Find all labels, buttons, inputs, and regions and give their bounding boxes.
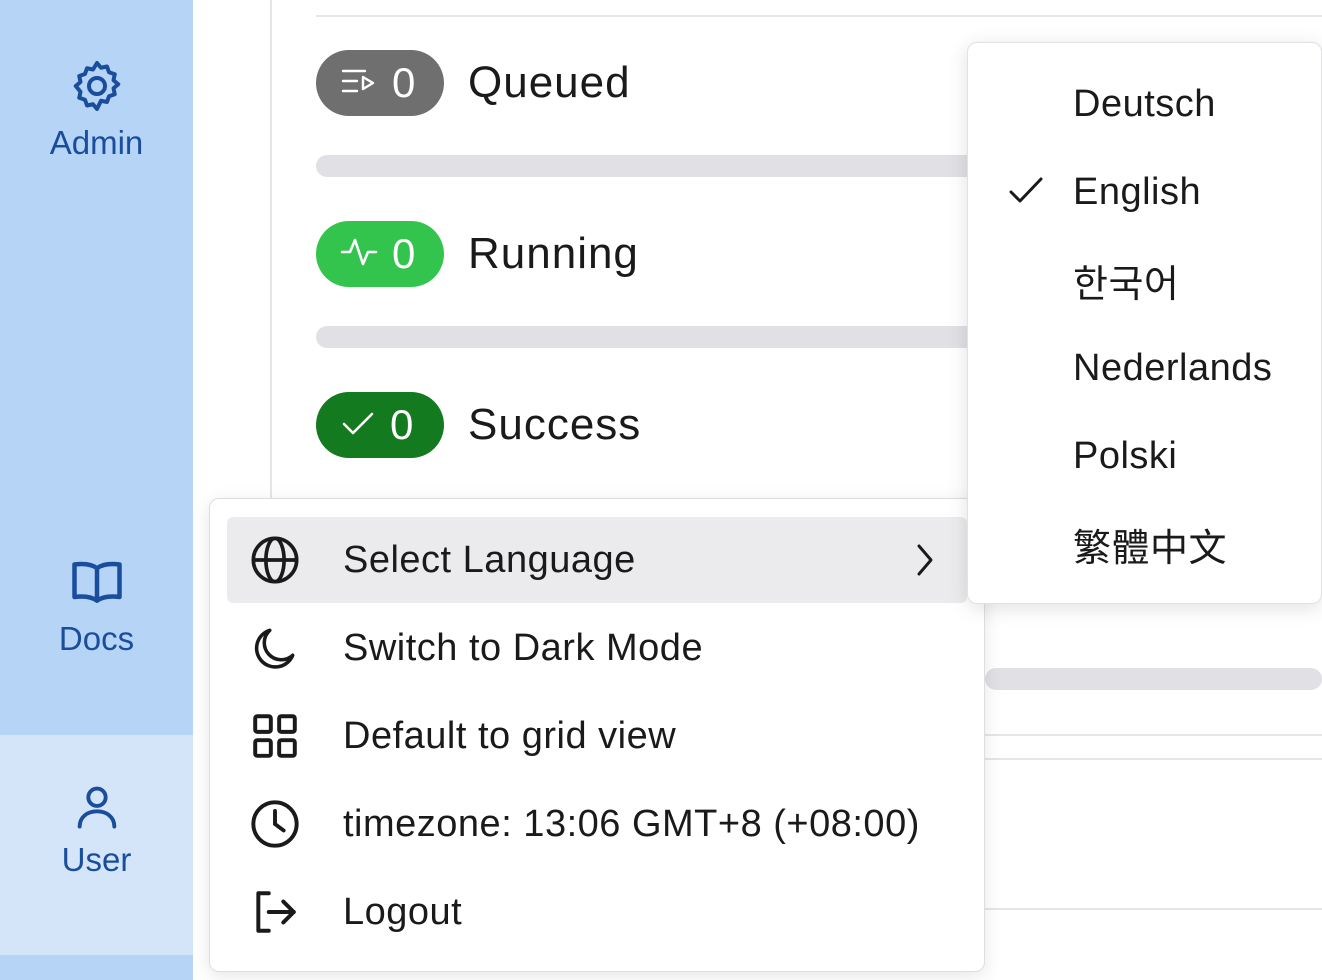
menu-item-label: Switch to Dark Mode bbox=[343, 626, 704, 669]
check-icon bbox=[340, 408, 376, 443]
language-option[interactable]: 한국어 bbox=[968, 237, 1322, 323]
nav-user[interactable]: User bbox=[0, 735, 193, 955]
menu-item-label: Default to grid view bbox=[343, 714, 677, 757]
user-menu: Select Language Switch to Dark Mode Defa… bbox=[209, 498, 985, 972]
activity-icon bbox=[340, 235, 378, 274]
logout-icon bbox=[247, 884, 303, 940]
language-label: Deutsch bbox=[1073, 82, 1216, 125]
status-count: 0 bbox=[392, 59, 416, 106]
progress-bar bbox=[316, 155, 996, 177]
user-icon bbox=[71, 781, 123, 833]
queue-icon bbox=[340, 66, 378, 101]
nav-user-label: User bbox=[61, 841, 132, 878]
status-badge: 0 bbox=[316, 392, 444, 458]
grid-view-item[interactable]: Default to grid view bbox=[227, 693, 967, 779]
status-row-running[interactable]: 0 Running bbox=[316, 221, 639, 287]
language-label: English bbox=[1073, 170, 1202, 213]
nav-admin[interactable]: Admin bbox=[0, 56, 193, 216]
timezone-item[interactable]: timezone: 13:06 GMT+8 (+08:00) bbox=[227, 781, 967, 867]
language-option-selected[interactable]: English bbox=[968, 149, 1322, 235]
chevron-right-icon bbox=[913, 541, 937, 584]
moon-icon bbox=[247, 620, 303, 676]
checkmark-icon bbox=[1008, 175, 1044, 212]
globe-icon bbox=[247, 532, 303, 588]
status-row-success[interactable]: 0 Success bbox=[316, 392, 641, 458]
language-option[interactable]: Deutsch bbox=[968, 61, 1322, 147]
clock-icon bbox=[247, 796, 303, 852]
status-badge: 0 bbox=[316, 221, 444, 287]
book-icon bbox=[67, 552, 127, 612]
sidebar: Admin Docs User bbox=[0, 0, 193, 980]
gear-icon bbox=[67, 56, 127, 116]
menu-item-label: Select Language bbox=[343, 538, 636, 581]
status-label: Queued bbox=[468, 58, 631, 107]
divider bbox=[985, 758, 1322, 760]
status-label: Success bbox=[468, 400, 642, 449]
divider bbox=[985, 908, 1322, 910]
language-label: Polski bbox=[1073, 434, 1178, 477]
status-label: Running bbox=[468, 229, 639, 278]
progress-bar bbox=[316, 326, 996, 348]
language-label: 한국어 bbox=[1073, 263, 1180, 306]
nav-admin-label: Admin bbox=[49, 124, 144, 161]
dark-mode-item[interactable]: Switch to Dark Mode bbox=[227, 605, 967, 691]
status-badge: 0 bbox=[316, 50, 444, 116]
language-label: Nederlands bbox=[1073, 346, 1273, 389]
nav-docs[interactable]: Docs bbox=[0, 552, 193, 712]
status-count: 0 bbox=[390, 401, 414, 448]
status-count: 0 bbox=[392, 230, 416, 277]
divider bbox=[316, 15, 1322, 17]
language-option[interactable]: 繁體中文 bbox=[968, 501, 1322, 587]
nav-docs-label: Docs bbox=[58, 620, 135, 657]
logout-item[interactable]: Logout bbox=[227, 869, 967, 955]
language-submenu: Deutsch English 한국어 Nederlands Polski 繁體… bbox=[967, 42, 1322, 604]
progress-bar bbox=[985, 668, 1322, 690]
language-option[interactable]: Nederlands bbox=[968, 325, 1322, 411]
language-option[interactable]: Polski bbox=[968, 413, 1322, 499]
divider bbox=[985, 734, 1322, 736]
select-language-item[interactable]: Select Language bbox=[227, 517, 967, 603]
menu-item-label: Logout bbox=[343, 890, 463, 933]
grid-icon bbox=[247, 708, 303, 764]
divider bbox=[270, 0, 272, 500]
language-label: 繁體中文 bbox=[1073, 527, 1228, 570]
menu-item-label: timezone: 13:06 GMT+8 (+08:00) bbox=[343, 802, 920, 845]
status-row-queued[interactable]: 0 Queued bbox=[316, 50, 631, 116]
